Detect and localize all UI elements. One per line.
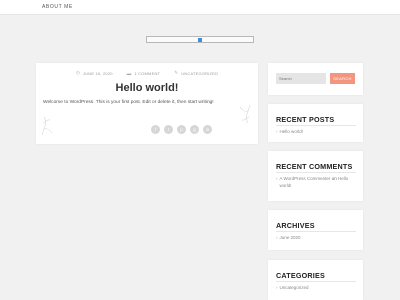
post-category-text: UNCATEGORIZED <box>181 70 219 76</box>
post-comments-text: 1 COMMENT <box>134 70 161 76</box>
bullet-icon: › <box>276 176 278 181</box>
top-navigation-bar: ABOUT ME <box>0 0 400 15</box>
recent-comments-list: › A WordPress Commenter on Hello world! <box>276 175 358 189</box>
recent-post-link[interactable]: Hello world! <box>280 128 304 135</box>
categories-list: › Uncategorized <box>276 284 358 291</box>
widget-title: RECENT POSTS <box>276 115 335 124</box>
twitter-icon[interactable]: t <box>164 125 173 134</box>
widget-divider <box>276 172 356 173</box>
pinterest-icon[interactable]: p <box>177 125 186 134</box>
post-meta: ◷ JUNE 16, 2020 ▬ 1 COMMENT ✎ UNCATEGORI… <box>36 70 258 76</box>
list-item: › June 2020 <box>276 234 358 241</box>
header-progress-widget <box>146 36 254 43</box>
tag-icon: ✎ <box>174 70 179 75</box>
archives-list: › June 2020 <box>276 234 358 241</box>
recent-comments-widget: RECENT COMMENTS › A WordPress Commenter … <box>268 151 363 201</box>
list-item: › Hello world! <box>276 128 358 135</box>
comment-entry: A WordPress Commenter on Hello world! <box>280 175 359 189</box>
list-item: › Uncategorized <box>276 284 358 291</box>
post-excerpt: Welcome to WordPress. This is your first… <box>43 100 214 105</box>
categories-widget: CATEGORIES › Uncategorized <box>268 260 363 300</box>
recent-posts-widget: RECENT POSTS › Hello world! <box>268 104 363 142</box>
google-plus-icon[interactable]: g <box>190 125 199 134</box>
search-input[interactable] <box>276 73 326 84</box>
search-widget: SEARCH <box>268 63 363 95</box>
post-date[interactable]: ◷ JUNE 16, 2020 <box>76 70 113 76</box>
category-link[interactable]: Uncategorized <box>280 284 309 291</box>
post-card: ◷ JUNE 16, 2020 ▬ 1 COMMENT ✎ UNCATEGORI… <box>36 63 258 144</box>
comment-connector: on <box>331 176 337 181</box>
comment-author-link[interactable]: A WordPress Commenter <box>280 176 331 181</box>
widget-divider <box>276 125 356 126</box>
share-buttons: f t p g in <box>151 125 212 134</box>
bullet-icon: › <box>276 235 278 240</box>
post-date-text: JUNE 16, 2020 <box>82 70 113 76</box>
archive-link[interactable]: June 2020 <box>280 234 301 241</box>
search-button[interactable]: SEARCH <box>330 73 355 84</box>
widget-divider <box>276 281 356 282</box>
post-comments-link[interactable]: ▬ 1 COMMENT <box>127 70 161 76</box>
post-title[interactable]: Hello world! <box>36 82 258 94</box>
list-item: › A WordPress Commenter on Hello world! <box>276 175 358 189</box>
comment-icon: ▬ <box>126 70 132 76</box>
widget-title: CATEGORIES <box>276 271 325 280</box>
widget-divider <box>276 231 356 232</box>
archives-widget: ARCHIVES › June 2020 <box>268 210 363 250</box>
header-widget-indicator <box>198 38 202 42</box>
bullet-icon: › <box>276 129 278 134</box>
facebook-icon[interactable]: f <box>151 125 160 134</box>
decorative-flourish-left-icon <box>41 116 53 136</box>
nav-about-me-link[interactable]: ABOUT ME <box>42 4 73 10</box>
linkedin-icon[interactable]: in <box>203 125 212 134</box>
widget-title: RECENT COMMENTS <box>276 162 353 171</box>
bullet-icon: › <box>276 285 278 290</box>
clock-icon: ◷ <box>75 70 80 75</box>
post-category-link[interactable]: ✎ UNCATEGORIZED <box>174 70 218 76</box>
recent-posts-list: › Hello world! <box>276 128 358 135</box>
widget-title: ARCHIVES <box>276 221 315 230</box>
decorative-flourish-right-icon <box>239 104 251 124</box>
